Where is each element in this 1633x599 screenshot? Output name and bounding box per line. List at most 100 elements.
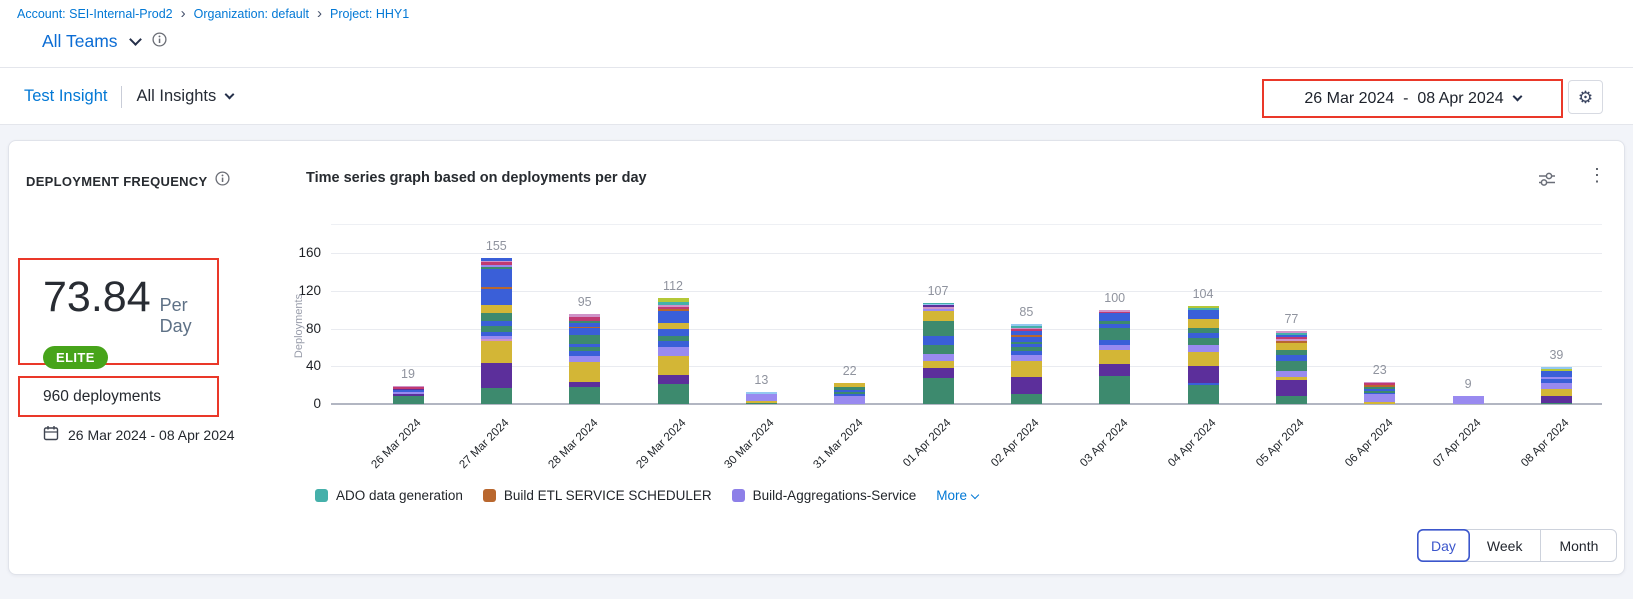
bar-segment bbox=[1011, 355, 1042, 362]
y-tick-label: 120 bbox=[271, 283, 321, 298]
bar-segment bbox=[923, 361, 954, 369]
bar-31-Mar-2024[interactable] bbox=[834, 383, 865, 404]
bar-segment bbox=[1011, 361, 1042, 377]
insight-name-link[interactable]: Test Insight bbox=[24, 87, 107, 106]
metric-line: 73.84 Per Day bbox=[43, 275, 217, 337]
bar-total-label: 39 bbox=[1526, 348, 1586, 362]
insights-dropdown[interactable]: All Insights bbox=[136, 87, 216, 106]
bar-04-Apr-2024[interactable] bbox=[1188, 306, 1219, 404]
bar-05-Apr-2024[interactable] bbox=[1276, 331, 1307, 404]
bar-segment bbox=[658, 347, 689, 355]
chevron-down-icon[interactable] bbox=[129, 33, 142, 46]
kebab-menu-icon[interactable]: ⋮ bbox=[1588, 166, 1606, 186]
bar-segment bbox=[1541, 403, 1572, 404]
bar-07-Apr-2024[interactable] bbox=[1453, 396, 1484, 404]
deployments-bar-chart: 04080120160Deployments1926 Mar 202415527… bbox=[9, 141, 1626, 576]
bar-segment bbox=[658, 323, 689, 330]
bar-segment bbox=[923, 368, 954, 378]
chevron-down-icon bbox=[971, 490, 979, 498]
deployment-frequency-widget: DEPLOYMENT FREQUENCY Time series graph b… bbox=[8, 140, 1625, 575]
legend-more-label: More bbox=[936, 488, 967, 503]
info-icon[interactable] bbox=[215, 171, 230, 191]
bar-28-Mar-2024[interactable] bbox=[569, 314, 600, 404]
bar-27-Mar-2024[interactable] bbox=[481, 258, 512, 404]
bar-segment bbox=[1541, 396, 1572, 403]
bar-26-Mar-2024[interactable] bbox=[393, 386, 424, 404]
chart-legend: ADO data generation Build ETL SERVICE SC… bbox=[315, 488, 978, 503]
bar-total-label: 13 bbox=[731, 373, 791, 387]
bar-segment bbox=[1276, 380, 1307, 396]
bar-29-Mar-2024[interactable] bbox=[658, 298, 689, 404]
bar-segment bbox=[1188, 310, 1219, 319]
bar-segment bbox=[1276, 396, 1307, 404]
breadcrumb: Account: SEI-Internal-Prod2 › Organizati… bbox=[17, 7, 409, 21]
team-selector[interactable]: All Teams bbox=[42, 31, 167, 52]
annotation-box-date-range: 26 Mar 2024 - 08 Apr 2024 bbox=[1262, 79, 1563, 118]
sliders-filter-icon[interactable] bbox=[1537, 169, 1557, 194]
bar-segment bbox=[1453, 396, 1484, 404]
bar-segment bbox=[923, 336, 954, 345]
gridline bbox=[331, 291, 1602, 292]
bar-segment bbox=[1188, 352, 1219, 366]
granularity-month-button[interactable]: Month bbox=[1540, 530, 1616, 561]
bar-segment bbox=[923, 354, 954, 361]
bar-segment bbox=[923, 345, 954, 353]
bar-08-Apr-2024[interactable] bbox=[1541, 367, 1572, 404]
team-selector-label[interactable]: All Teams bbox=[42, 31, 118, 52]
widget-title: DEPLOYMENT FREQUENCY bbox=[26, 174, 208, 189]
widget-date-range: 26 Mar 2024 - 08 Apr 2024 bbox=[43, 425, 235, 444]
legend-label: Build-Aggregations-Service bbox=[753, 488, 917, 503]
x-axis-label: 28 Mar 2024 bbox=[521, 417, 600, 496]
total-deployments: 960 deployments bbox=[43, 388, 161, 406]
bar-30-Mar-2024[interactable] bbox=[746, 392, 777, 404]
chevron-right-icon: › bbox=[181, 8, 186, 20]
legend-item[interactable]: Build-Aggregations-Service bbox=[732, 488, 917, 503]
bar-segment bbox=[481, 269, 512, 287]
settings-button[interactable]: ⚙ bbox=[1568, 80, 1603, 114]
bar-total-label: 22 bbox=[820, 364, 880, 378]
legend-more-link[interactable]: More bbox=[936, 488, 978, 503]
bar-segment bbox=[1364, 394, 1395, 402]
bar-segment bbox=[658, 311, 689, 323]
legend-item[interactable]: ADO data generation bbox=[315, 488, 463, 503]
x-axis-label: 31 Mar 2024 bbox=[786, 417, 865, 496]
bar-total-label: 107 bbox=[908, 284, 968, 298]
x-axis-label: 08 Apr 2024 bbox=[1493, 417, 1572, 496]
bar-01-Apr-2024[interactable] bbox=[923, 303, 954, 404]
bar-segment bbox=[1276, 355, 1307, 362]
bar-03-Apr-2024[interactable] bbox=[1099, 310, 1130, 404]
bar-total-label: 9 bbox=[1438, 377, 1498, 391]
bar-segment bbox=[1188, 338, 1219, 346]
granularity-week-button[interactable]: Week bbox=[1469, 530, 1541, 561]
chevron-down-icon[interactable] bbox=[225, 90, 235, 100]
bar-06-Apr-2024[interactable] bbox=[1364, 382, 1395, 404]
divider bbox=[0, 67, 1633, 68]
bar-segment bbox=[658, 329, 689, 336]
bar-02-Apr-2024[interactable] bbox=[1011, 324, 1042, 404]
breadcrumb-link-project[interactable]: Project: HHY1 bbox=[330, 7, 409, 21]
x-axis-label: 06 Apr 2024 bbox=[1316, 417, 1395, 496]
granularity-day-button[interactable]: Day bbox=[1417, 529, 1470, 562]
bar-segment bbox=[658, 356, 689, 375]
bar-total-label: 95 bbox=[555, 295, 615, 309]
bar-segment bbox=[1276, 343, 1307, 351]
y-tick-label: 160 bbox=[271, 245, 321, 260]
breadcrumb-link-account[interactable]: Account: SEI-Internal-Prod2 bbox=[17, 7, 173, 21]
granularity-toggle: Day Week Month bbox=[1417, 529, 1617, 562]
info-icon[interactable] bbox=[152, 32, 167, 52]
breadcrumb-link-organization[interactable]: Organization: default bbox=[194, 7, 309, 21]
y-tick-label: 80 bbox=[271, 321, 321, 336]
bar-segment bbox=[1099, 376, 1130, 404]
bar-segment bbox=[923, 378, 954, 403]
gear-icon: ⚙ bbox=[1578, 89, 1593, 106]
bar-total-label: 112 bbox=[643, 279, 703, 293]
legend-item[interactable]: Build ETL SERVICE SCHEDULER bbox=[483, 488, 712, 503]
x-axis-label: 27 Mar 2024 bbox=[433, 417, 512, 496]
gridline bbox=[331, 253, 1602, 254]
bar-segment bbox=[569, 335, 600, 343]
bar-segment bbox=[569, 356, 600, 363]
date-range-picker[interactable]: 26 Mar 2024 - 08 Apr 2024 bbox=[1304, 90, 1520, 108]
chevron-right-icon: › bbox=[317, 8, 322, 20]
bar-total-label: 104 bbox=[1173, 287, 1233, 301]
x-axis-label: 07 Apr 2024 bbox=[1404, 417, 1483, 496]
